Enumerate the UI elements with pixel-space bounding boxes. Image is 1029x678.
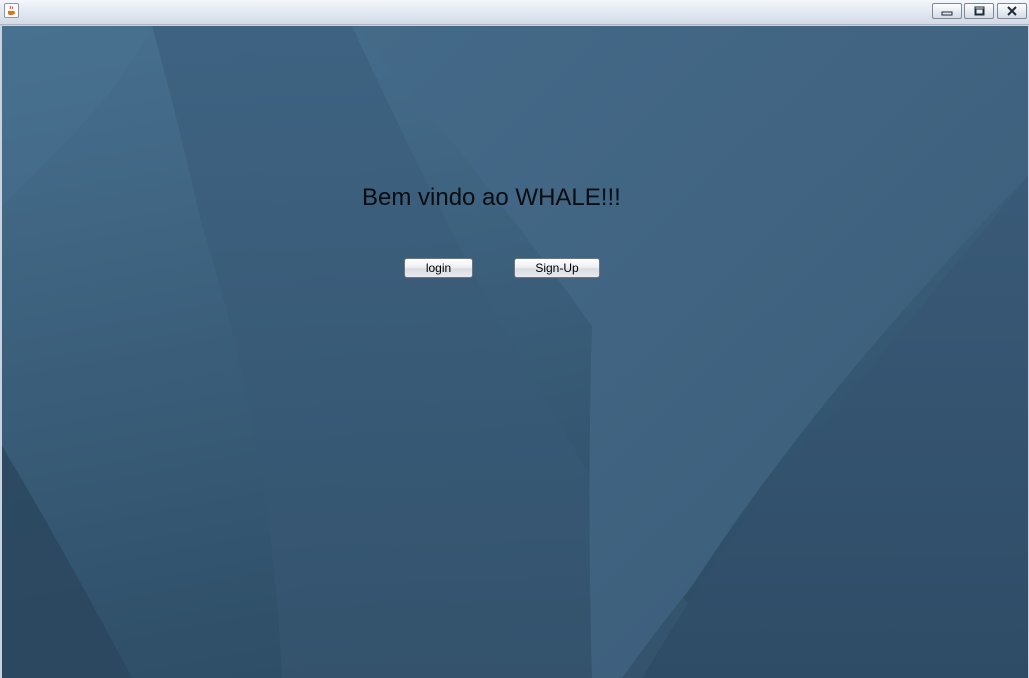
- java-coffee-cup-icon[interactable]: [4, 3, 19, 18]
- close-button[interactable]: [997, 3, 1027, 19]
- login-button[interactable]: login: [404, 258, 473, 278]
- close-icon: [1007, 6, 1017, 16]
- maximize-icon: [974, 6, 985, 16]
- minimize-icon: [941, 11, 953, 16]
- content-panel: Bem vindo ao WHALE!!! login Sign-Up: [2, 26, 1028, 678]
- welcome-heading: Bem vindo ao WHALE!!!: [362, 184, 621, 211]
- maximize-button[interactable]: [964, 3, 994, 19]
- application-window: Bem vindo ao WHALE!!! login Sign-Up: [0, 0, 1029, 678]
- sign-up-button[interactable]: Sign-Up: [514, 258, 600, 278]
- title-bar[interactable]: [0, 0, 1029, 25]
- minimize-button[interactable]: [932, 3, 962, 19]
- wallpaper-background: [2, 26, 1028, 678]
